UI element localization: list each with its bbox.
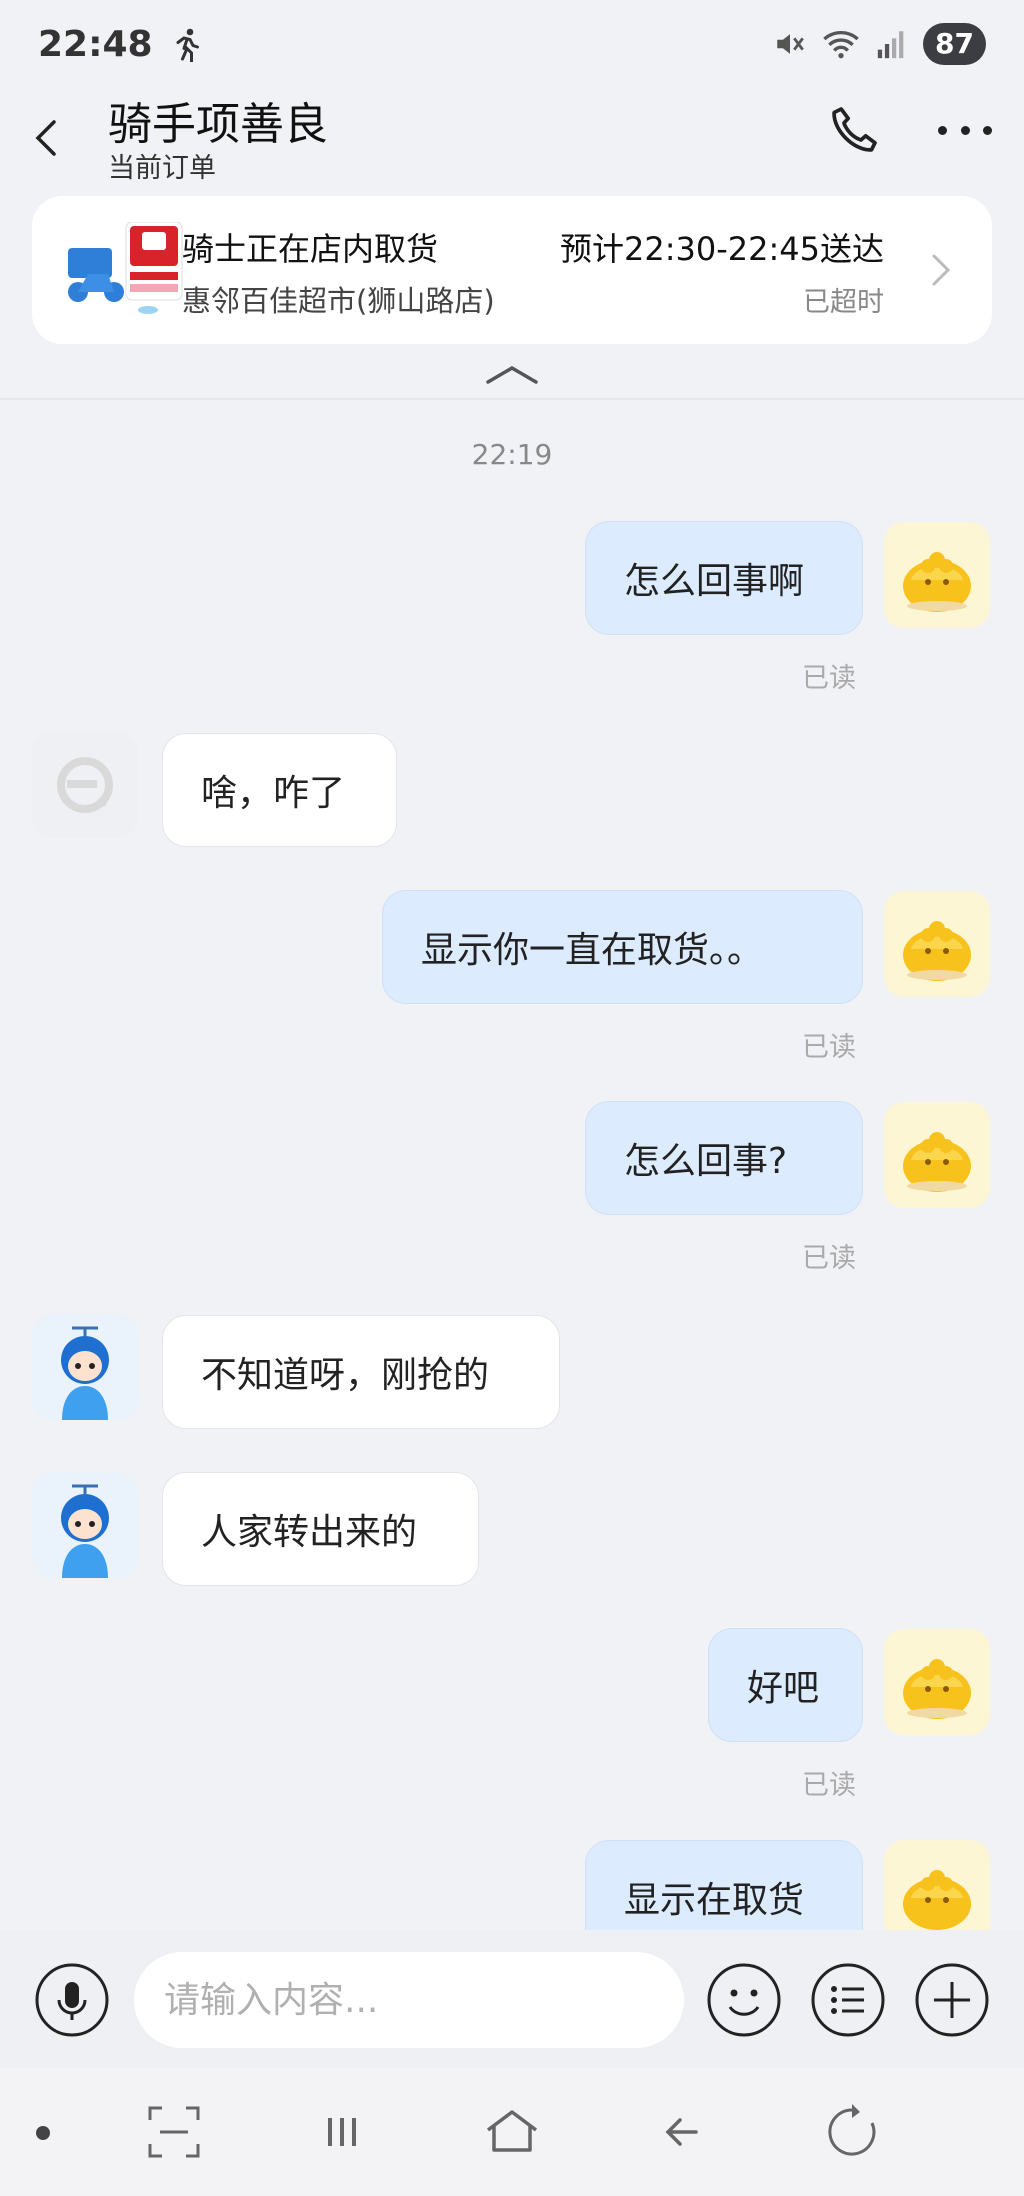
plus-icon[interactable] [914, 1962, 990, 2038]
dot-icon [938, 125, 947, 135]
bun-avatar-icon [903, 552, 971, 612]
back-arrow-icon[interactable] [652, 2102, 712, 2162]
self-avatar[interactable] [884, 522, 990, 628]
order-store: 惠邻百佳超市(狮山路店) [182, 284, 495, 318]
bot-avatar[interactable] [32, 732, 138, 838]
chevron-right-icon [932, 254, 951, 286]
bun-avatar-icon [903, 1659, 971, 1719]
message-bubble-incoming[interactable]: 不知道呀，刚抢的 [162, 1315, 560, 1429]
nav-dot-icon[interactable] [36, 2126, 50, 2140]
rider-character-icon [61, 1326, 109, 1420]
signal-icon [877, 31, 904, 59]
page-subtitle: 当前订单 [108, 153, 216, 184]
order-eta: 预计22:30-22:45送达 [560, 230, 884, 268]
message-bubble-incoming[interactable]: 啥，咋了 [162, 733, 397, 847]
self-avatar[interactable] [884, 1629, 990, 1735]
running-person-icon [176, 28, 199, 62]
message-bubble-incoming[interactable]: 人家转出来的 [162, 1472, 479, 1586]
order-status: 骑士正在店内取货 [182, 230, 439, 268]
message-composer [0, 1930, 1024, 2068]
rider-character-icon [61, 1484, 109, 1578]
microphone-icon[interactable] [34, 1962, 110, 2038]
chat-clip-area: 显示在取货 [0, 1830, 1024, 1930]
dot-icon [983, 125, 992, 135]
message-bubble-outgoing[interactable]: 好吧 [708, 1628, 863, 1742]
message-input[interactable] [134, 1952, 684, 2048]
read-receipt: 已读 [802, 1243, 856, 1274]
mute-icon [777, 34, 804, 54]
self-avatar[interactable] [884, 1840, 990, 1930]
message-bubble-outgoing[interactable]: 显示你一直在取货。。 [382, 890, 863, 1004]
chat-header: 骑手项善良 当前订单 [0, 88, 1024, 192]
recent-apps-icon[interactable] [312, 2102, 372, 2162]
chat-timestamp: 22:19 [471, 438, 553, 471]
scan-icon[interactable] [144, 2102, 204, 2162]
self-avatar[interactable] [884, 891, 990, 997]
bun-avatar-icon [903, 1132, 971, 1192]
store-delivery-thumbnail [68, 222, 183, 314]
system-navigation-bar [0, 2068, 1024, 2196]
list-menu-icon[interactable] [810, 1962, 886, 2038]
self-avatar[interactable] [884, 1102, 990, 1208]
chevron-left-icon [35, 120, 56, 156]
rider-avatar[interactable] [32, 1472, 138, 1578]
bun-avatar-icon [903, 921, 971, 981]
message-bubble-outgoing[interactable]: 显示在取货 [585, 1840, 863, 1930]
page-title: 骑手项善良 [108, 99, 328, 150]
message-bubble-outgoing[interactable]: 怎么回事? [585, 1101, 863, 1215]
wifi-icon [823, 31, 859, 59]
chevron-up-icon[interactable] [482, 360, 542, 390]
bun-avatar-icon [903, 1870, 971, 1930]
emoji-icon[interactable] [706, 1962, 782, 2038]
back-button[interactable] [34, 108, 74, 168]
order-overtime-badge: 已超时 [803, 287, 884, 318]
status-time: 22:48 [38, 23, 153, 65]
home-icon[interactable] [482, 2102, 542, 2162]
message-bubble-outgoing[interactable]: 怎么回事啊 [585, 521, 863, 635]
rotate-icon[interactable] [822, 2102, 882, 2162]
rider-avatar[interactable] [32, 1314, 138, 1420]
read-receipt: 已读 [802, 1032, 856, 1063]
order-card[interactable]: 骑士正在店内取货 预计22:30-22:45送达 惠邻百佳超市(狮山路店) 已超… [32, 196, 992, 344]
more-options-button[interactable] [938, 118, 992, 142]
eleme-logo-icon [57, 757, 113, 813]
divider [0, 398, 1024, 400]
read-receipt: 已读 [802, 1770, 856, 1801]
read-receipt: 已读 [802, 663, 856, 694]
phone-icon[interactable] [826, 102, 882, 158]
dot-icon [960, 125, 970, 135]
battery-indicator: 87 [923, 23, 986, 65]
status-bar: 22:48 87 [0, 0, 1024, 88]
